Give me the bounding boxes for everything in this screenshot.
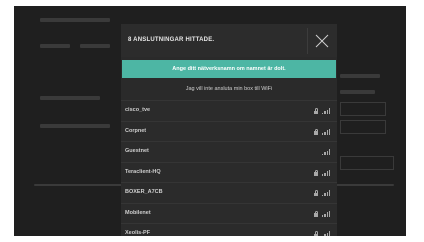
wifi-signal-icon: [322, 190, 331, 196]
network-name: Mobilenet: [125, 209, 151, 216]
network-name: cisco_tve: [125, 107, 151, 113]
lock-icon: [314, 108, 318, 114]
tv-screen: 8 ANSLUTNINGAR HITTADE. Ange ditt nätver…: [14, 6, 406, 236]
header-divider: [307, 28, 308, 54]
background-text-line: [40, 18, 110, 22]
network-row[interactable]: Mobilenet: [121, 202, 337, 223]
network-row[interactable]: BOXER_A7CB: [121, 182, 337, 203]
background-field: [340, 156, 394, 170]
network-name: Guestnet: [125, 148, 149, 154]
skip-wifi-link[interactable]: Jag vill inte ansluta min box till WiFi: [121, 83, 337, 95]
background-field: [340, 120, 386, 134]
lock-icon: [314, 190, 318, 196]
network-row[interactable]: Teraclient-HQ: [121, 161, 337, 182]
background-text-line: [80, 44, 110, 48]
lock-icon: [314, 210, 318, 217]
network-name: Xeolis-PF: [125, 230, 151, 236]
background-text-line: [40, 124, 110, 128]
close-icon: [315, 34, 329, 48]
dialog-title: 8 ANSLUTNINGAR HITTADE.: [128, 37, 215, 43]
background-text-line: [340, 90, 375, 94]
background-text-line: [340, 74, 380, 78]
wifi-signal-icon: [322, 149, 331, 155]
background-text-line: [40, 44, 70, 48]
network-name: Teraclient-HQ: [125, 168, 161, 175]
network-name: BOXER_A7CB: [125, 189, 163, 195]
hidden-network-button[interactable]: Ange ditt nätverksnamn om namnet är dolt…: [122, 60, 336, 78]
network-row[interactable]: Guestnet: [121, 141, 337, 162]
close-button[interactable]: [311, 30, 333, 52]
network-name: Corpnet: [125, 127, 147, 134]
wifi-signal-icon: [322, 128, 331, 135]
background-text-line: [40, 96, 100, 100]
wifi-network-dialog: 8 ANSLUTNINGAR HITTADE. Ange ditt nätver…: [121, 24, 337, 236]
network-row[interactable]: Xeolis-PF: [121, 223, 337, 236]
wifi-signal-icon: [322, 108, 331, 114]
wifi-signal-icon: [322, 169, 331, 176]
lock-icon: [314, 128, 318, 135]
network-list: cisco_tve Corpnet Guestnet Teraclient-HQ…: [121, 100, 337, 236]
wifi-signal-icon: [322, 231, 331, 236]
wifi-signal-icon: [322, 210, 331, 217]
lock-icon: [314, 231, 318, 236]
dialog-header: 8 ANSLUTNINGAR HITTADE.: [121, 24, 337, 57]
network-row[interactable]: Corpnet: [121, 120, 337, 141]
background-field: [340, 102, 386, 116]
network-row[interactable]: cisco_tve: [121, 100, 337, 121]
lock-icon: [314, 169, 318, 176]
